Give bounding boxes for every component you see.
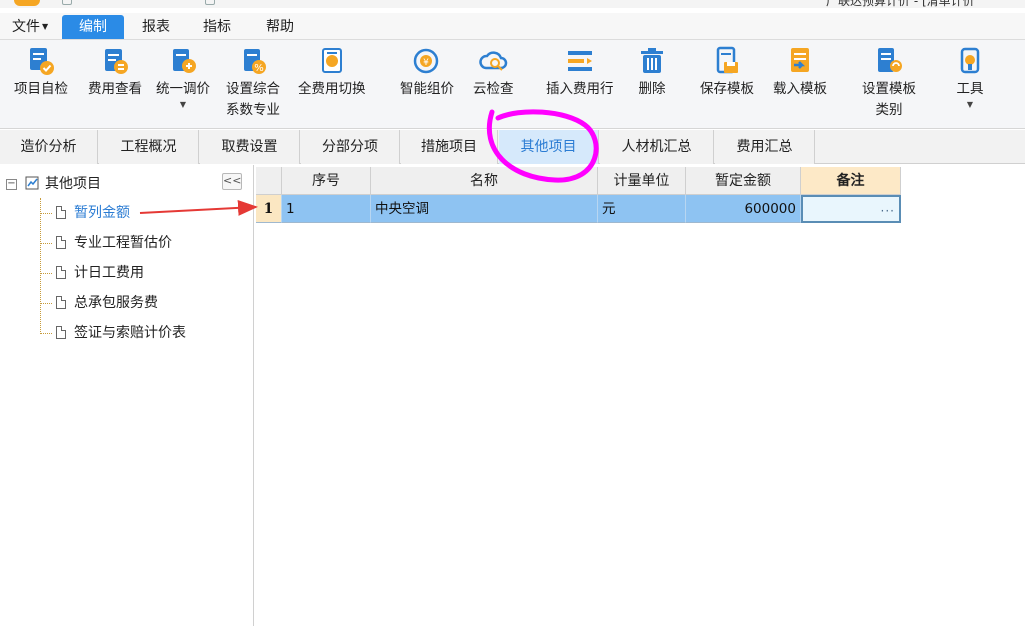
price-adjust-icon: [173, 49, 196, 73]
title-bar: 广联达预算计价 - [清单计价: [0, 0, 1025, 8]
menu-report[interactable]: 报表: [134, 15, 178, 39]
tab-fee-settings[interactable]: 取费设置: [200, 130, 300, 164]
ribbon-toolbar: 项目自检 费用查看 统一调价 ▼ % 设置综合 系数专业 全费用切换 ¥ 智能组价…: [0, 39, 1025, 129]
tools-icon: [960, 47, 980, 74]
quick-save-icon[interactable]: [62, 0, 72, 5]
tab-labor-material-summary[interactable]: 人材机汇总: [600, 130, 714, 164]
tree-root[interactable]: − 其他项目: [6, 174, 101, 194]
load-template-button[interactable]: 载入模板: [773, 46, 827, 100]
dropdown-arrow-icon[interactable]: ▼: [955, 100, 985, 110]
folder-chart-icon: [25, 176, 39, 190]
column-header-amount[interactable]: 暂定金额: [686, 167, 801, 195]
caret-down-icon: ▼: [42, 22, 49, 31]
tab-other-items[interactable]: 其他项目: [499, 130, 599, 164]
dropdown-arrow-icon[interactable]: ▼: [156, 100, 210, 110]
document-icon: [56, 236, 66, 249]
percent-doc-icon: %: [244, 49, 266, 74]
document-icon: [56, 266, 66, 279]
column-header-name[interactable]: 名称: [371, 167, 598, 195]
cell-unit[interactable]: 元: [598, 195, 686, 223]
tree-item-daywork[interactable]: 计日工费用: [40, 263, 144, 283]
tree-root-label: 其他项目: [45, 176, 101, 192]
column-header-note[interactable]: 备注: [801, 167, 901, 195]
tab-sub-items[interactable]: 分部分项: [301, 130, 400, 164]
insert-cost-row-button[interactable]: 插入费用行: [546, 46, 614, 100]
menu-index[interactable]: 指标: [195, 15, 239, 39]
smart-price-icon: ¥: [413, 48, 439, 74]
save-template-button[interactable]: 保存模板: [700, 46, 754, 100]
menu-bar: 文件 ▼ 编制 报表 指标 帮助: [0, 13, 1025, 39]
smart-pricing-button[interactable]: ¥ 智能组价: [400, 46, 454, 100]
menu-edit[interactable]: 编制: [62, 15, 124, 39]
cell-name[interactable]: 中央空调: [371, 195, 598, 223]
tree-item-general-contract-service[interactable]: 总承包服务费: [40, 293, 158, 313]
collapse-tree-icon[interactable]: −: [6, 178, 17, 190]
tree-item-provisional-sum[interactable]: 暂列金额: [40, 203, 130, 223]
full-cost-switch-button[interactable]: 全费用切换: [298, 46, 366, 100]
save-template-icon: [716, 46, 738, 74]
tree-item-specialty-estimate[interactable]: 专业工程暂估价: [40, 233, 172, 253]
document-icon: [56, 296, 66, 309]
cell-seq[interactable]: 1: [282, 195, 371, 223]
app-logo-icon: [14, 0, 40, 6]
cloud-check-button[interactable]: 云检查: [473, 46, 514, 100]
svg-text:¥: ¥: [423, 58, 429, 68]
tab-cost-analysis[interactable]: 造价分析: [0, 130, 98, 164]
view-cost-icon: [105, 49, 128, 74]
document-icon: [56, 206, 66, 219]
cell-amount[interactable]: 600000: [686, 195, 801, 223]
tab-measures[interactable]: 措施项目: [401, 130, 498, 164]
cloud-check-icon: [479, 51, 508, 71]
quick-doc-icon[interactable]: [205, 0, 215, 5]
cell-note-editor[interactable]: ···: [801, 195, 901, 223]
insert-row-icon: [567, 51, 592, 71]
tab-project-overview[interactable]: 工程概况: [99, 130, 199, 164]
column-header-seq[interactable]: 序号: [282, 167, 371, 195]
set-template-category-button[interactable]: 设置模板 类别: [862, 46, 916, 121]
switch-icon: [321, 48, 342, 73]
tools-button[interactable]: 工具 ▼: [955, 46, 985, 110]
sub-tab-bar: 造价分析 工程概况 取费设置 分部分项 措施项目 其他项目 人材机汇总 费用汇总: [0, 130, 1025, 164]
tab-cost-summary[interactable]: 费用汇总: [715, 130, 815, 164]
delete-button[interactable]: 删除: [637, 46, 667, 100]
grid-corner[interactable]: [256, 167, 282, 195]
template-category-icon: [878, 48, 902, 72]
other-items-tree: − 其他项目 << 暂列金额 专业工程暂估价 计日工费用 总承包服务费 签证与索赔…: [0, 165, 254, 626]
document-icon: [56, 326, 66, 339]
trash-icon: [641, 48, 663, 73]
project-self-check-button[interactable]: 项目自检: [14, 46, 68, 100]
load-template-icon: [791, 48, 809, 72]
unified-price-adjust-button[interactable]: 统一调价 ▼: [156, 46, 210, 110]
window-title: 广联达预算计价 - [清单计价: [826, 0, 975, 8]
menu-file[interactable]: 文件 ▼: [4, 15, 56, 39]
menu-help[interactable]: 帮助: [258, 15, 302, 39]
collapse-panel-button[interactable]: <<: [222, 173, 242, 190]
column-header-unit[interactable]: 计量单位: [598, 167, 686, 195]
tree-item-visa-claims[interactable]: 签证与索赔计价表: [40, 323, 186, 343]
view-cost-button[interactable]: 费用查看: [88, 46, 142, 100]
row-number[interactable]: 1: [256, 195, 282, 223]
check-doc-icon: [30, 48, 54, 75]
set-coefficient-specialty-button[interactable]: % 设置综合 系数专业: [226, 46, 280, 121]
svg-text:%: %: [254, 63, 264, 74]
